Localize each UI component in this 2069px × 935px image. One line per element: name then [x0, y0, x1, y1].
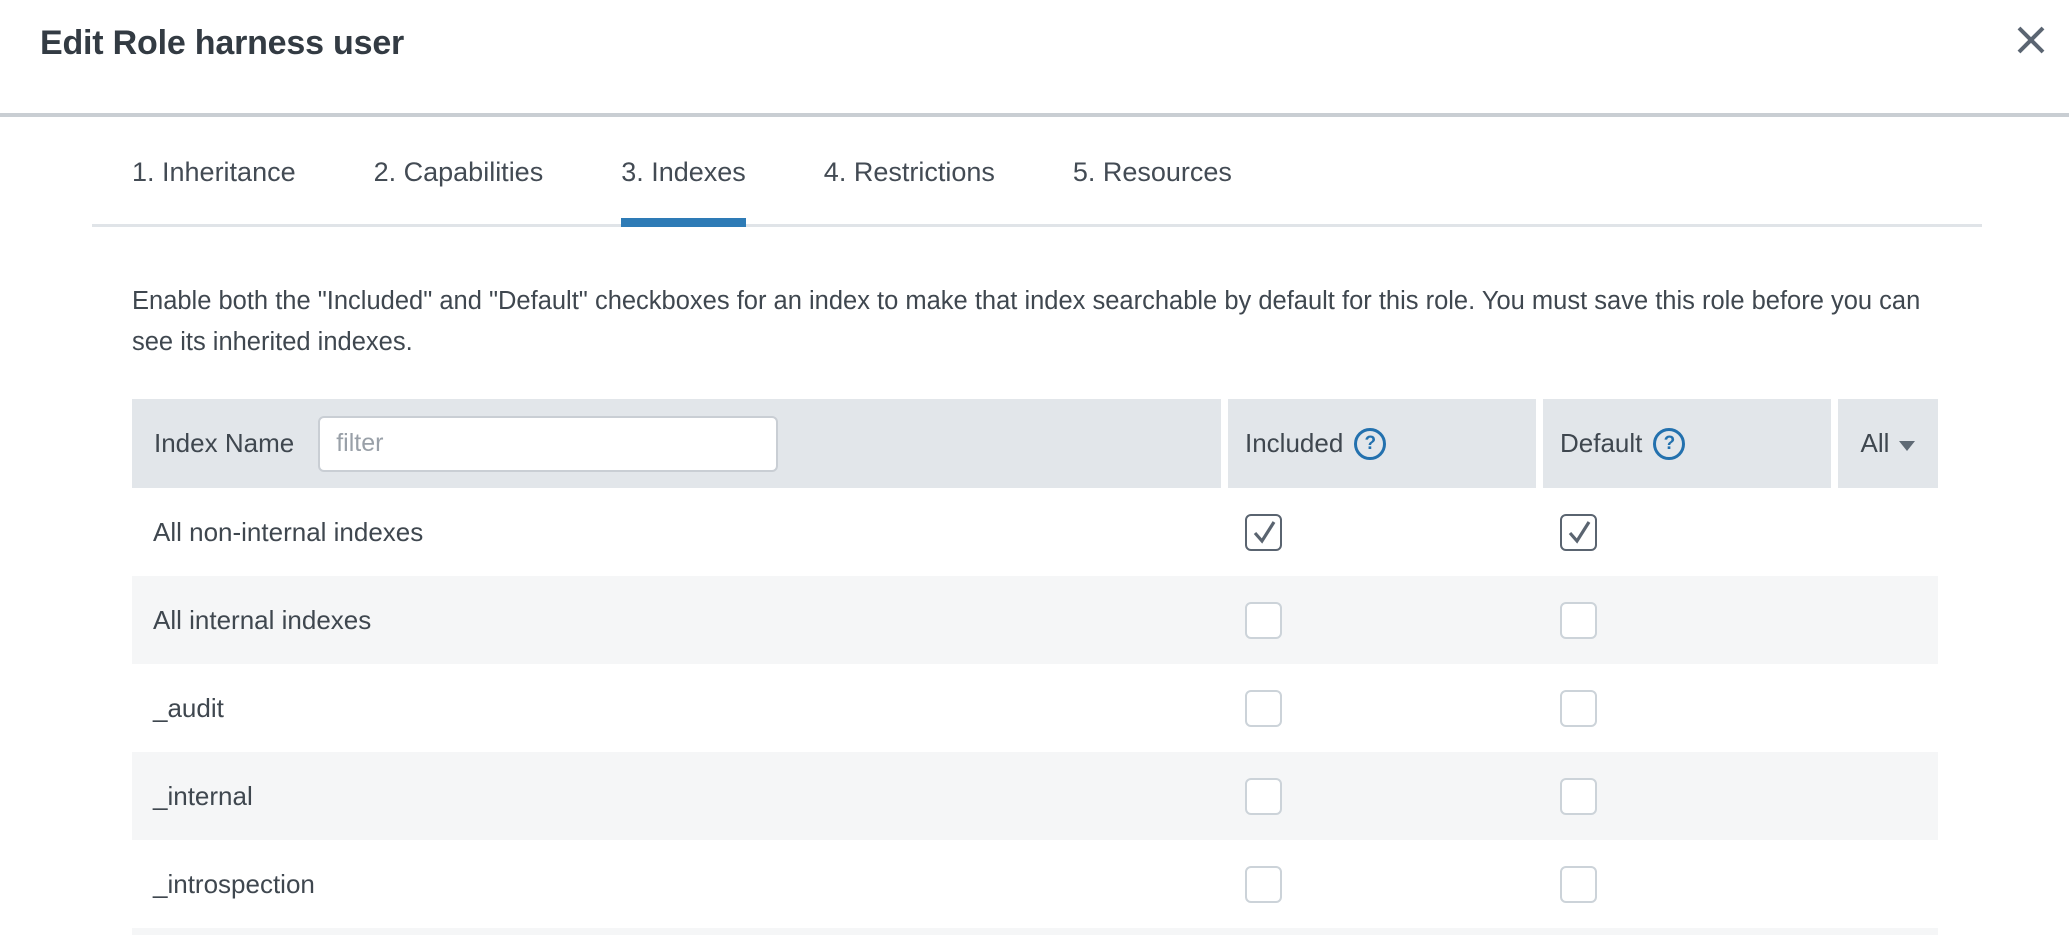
default-checkbox[interactable] — [1560, 602, 1597, 639]
tab-label: 2. Capabilities — [374, 157, 544, 187]
default-label: Default — [1560, 428, 1642, 459]
default-cell — [1543, 690, 1838, 727]
tab-label: 5. Resources — [1073, 157, 1232, 187]
checkmark-icon — [1565, 518, 1593, 546]
default-checkbox[interactable] — [1560, 778, 1597, 815]
included-cell — [1228, 778, 1543, 815]
default-cell — [1543, 514, 1838, 551]
default-checkbox[interactable] — [1560, 866, 1597, 903]
index-name-header-cell: Index Name — [132, 399, 1221, 488]
included-checkbox[interactable] — [1245, 866, 1282, 903]
checkmark-icon — [1250, 518, 1278, 546]
tab-label: 4. Restrictions — [824, 157, 995, 187]
included-help-icon[interactable]: ? — [1354, 428, 1386, 460]
included-cell — [1228, 690, 1543, 727]
all-dropdown[interactable]: All — [1861, 428, 1916, 459]
modal-header: Edit Role harness user — [0, 0, 2069, 117]
tab-inheritance[interactable]: 1. Inheritance — [132, 117, 296, 224]
chevron-down-icon — [1899, 441, 1915, 451]
included-header-cell: Included ? — [1228, 399, 1536, 488]
all-header-cell: All — [1838, 399, 1938, 488]
default-cell — [1543, 778, 1838, 815]
included-label: Included — [1245, 428, 1343, 459]
default-header-cell: Default ? — [1543, 399, 1831, 488]
included-checkbox[interactable] — [1245, 778, 1282, 815]
tab-indexes[interactable]: 3. Indexes — [621, 117, 746, 224]
index-filter-input[interactable] — [318, 416, 778, 472]
default-checkbox[interactable] — [1560, 690, 1597, 727]
table-row: All non-internal indexes — [132, 488, 1938, 576]
tab-capabilities[interactable]: 2. Capabilities — [374, 117, 544, 224]
tab-restrictions[interactable]: 4. Restrictions — [824, 117, 995, 224]
index-name: All non-internal indexes — [132, 517, 1228, 548]
index-name: _introspection — [132, 869, 1228, 900]
default-cell — [1543, 866, 1838, 903]
table-row: _introspection — [132, 840, 1938, 928]
tab-resources[interactable]: 5. Resources — [1073, 117, 1232, 224]
included-cell — [1228, 602, 1543, 639]
included-cell — [1228, 514, 1543, 551]
index-name: All internal indexes — [132, 605, 1228, 636]
table-body: All non-internal indexes All internal in… — [132, 488, 1938, 928]
tab-label: 1. Inheritance — [132, 157, 296, 187]
tab-label: 3. Indexes — [621, 157, 746, 187]
modal-title: Edit Role harness user — [40, 24, 404, 63]
indexes-description: Enable both the "Included" and "Default"… — [132, 281, 1932, 363]
all-dropdown-label: All — [1861, 428, 1890, 459]
table-row: _audit — [132, 664, 1938, 752]
tab-bar: 1. Inheritance 2. Capabilities 3. Indexe… — [92, 117, 1982, 227]
index-name-label: Index Name — [154, 428, 294, 459]
index-name: _audit — [132, 693, 1228, 724]
close-button[interactable] — [2011, 20, 2051, 60]
table-row: _internal — [132, 752, 1938, 840]
included-checkbox[interactable] — [1245, 514, 1282, 551]
included-checkbox[interactable] — [1245, 602, 1282, 639]
close-icon — [2015, 24, 2047, 56]
index-name: _internal — [132, 781, 1228, 812]
included-cell — [1228, 866, 1543, 903]
default-cell — [1543, 602, 1838, 639]
indexes-table: Index Name Included ? Default ? All All … — [132, 399, 1938, 935]
included-checkbox[interactable] — [1245, 690, 1282, 727]
default-help-icon[interactable]: ? — [1653, 428, 1685, 460]
table-row: All internal indexes — [132, 576, 1938, 664]
default-checkbox[interactable] — [1560, 514, 1597, 551]
table-header: Index Name Included ? Default ? All — [132, 399, 1938, 488]
